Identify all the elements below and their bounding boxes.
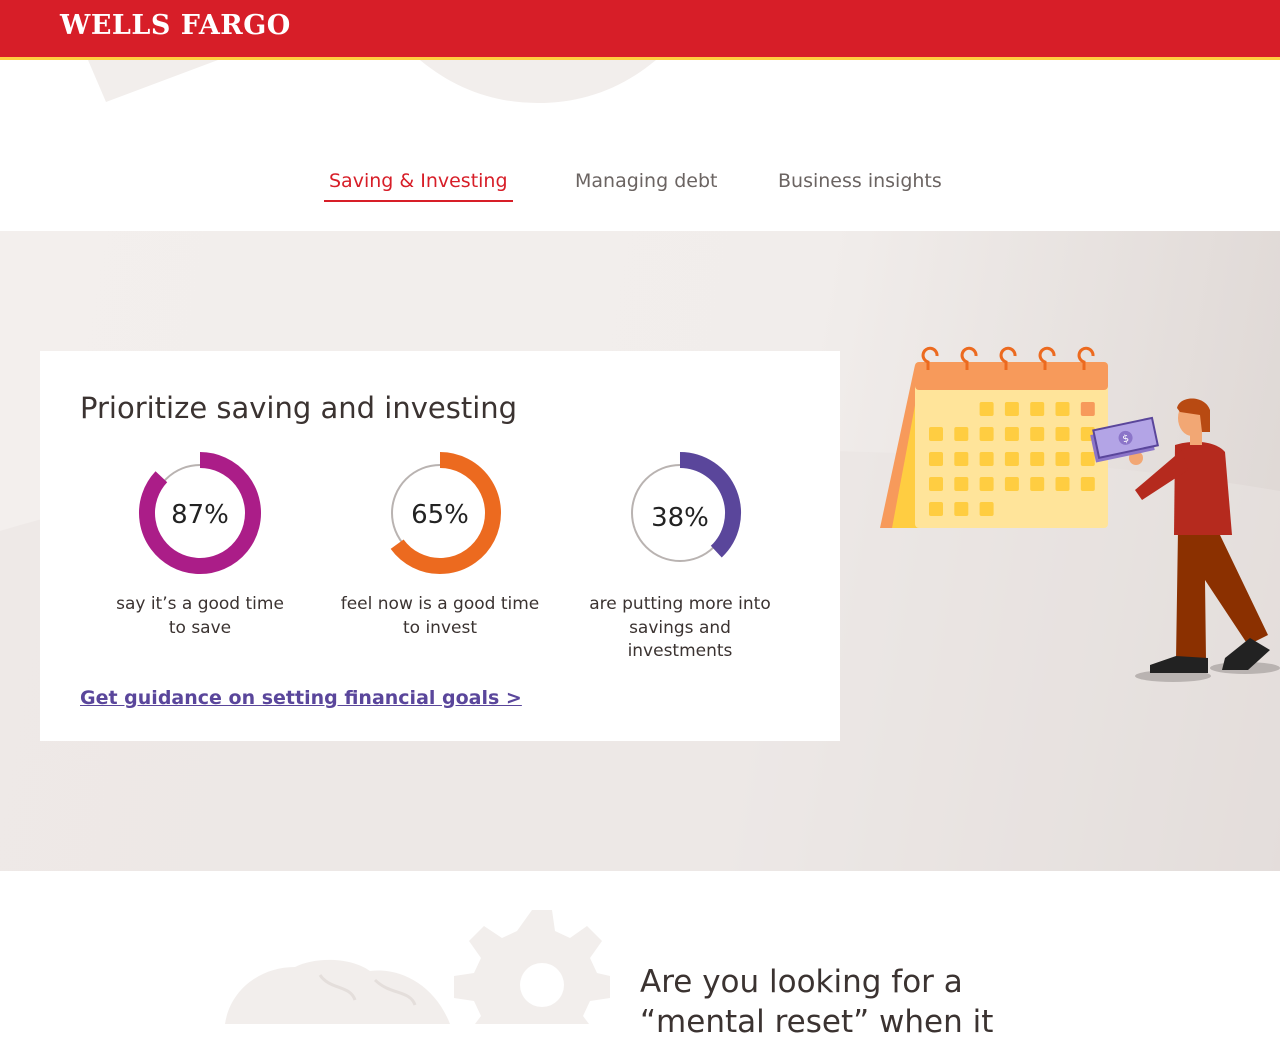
tab-managing-debt[interactable]: Managing debt bbox=[570, 168, 722, 200]
calendar-day-cell bbox=[1055, 402, 1070, 416]
topic-tabs: Saving & Investing Managing debt Busines… bbox=[0, 168, 1280, 204]
tab-saving-investing[interactable]: Saving & Investing bbox=[324, 168, 513, 202]
donut-chart-invest: 65% bbox=[390, 452, 501, 574]
calendar-day-cell bbox=[979, 452, 994, 466]
stat-label: are putting more into savings and invest… bbox=[589, 594, 771, 661]
calendar-day-cell bbox=[1080, 402, 1095, 416]
calendar-day-cell bbox=[1030, 427, 1045, 441]
stat-value: 65% bbox=[411, 500, 469, 530]
stat-invest: 65% feel now is a good time to invest bbox=[320, 451, 560, 640]
calendar-day-cell bbox=[1030, 402, 1045, 416]
calendar-day-cell bbox=[1004, 402, 1019, 416]
calendar-person-illustration: $ bbox=[880, 346, 1280, 682]
calendar-icon bbox=[880, 346, 1108, 528]
calendar-day-cell bbox=[929, 427, 943, 441]
calendar-day-cell bbox=[1030, 452, 1045, 466]
stat-label: feel now is a good time to invest bbox=[340, 594, 540, 638]
card-title: Prioritize saving and investing bbox=[80, 391, 518, 425]
stat-value: 38% bbox=[651, 503, 709, 533]
calendar-day-cell bbox=[1080, 477, 1095, 491]
calendar-day-cell bbox=[1080, 452, 1095, 466]
tab-business-insights[interactable]: Business insights bbox=[773, 168, 947, 200]
stat-value: 87% bbox=[171, 500, 229, 530]
bottom-illustration bbox=[200, 905, 630, 1024]
calendar-day-cell bbox=[979, 502, 994, 516]
site-header: WELLS FARGO bbox=[0, 0, 1280, 60]
calendar-day-cell bbox=[979, 402, 994, 416]
financial-goals-link[interactable]: Get guidance on setting financial goals … bbox=[80, 687, 522, 709]
brain-icon bbox=[225, 959, 450, 1024]
stat-save: 87% say it’s a good time to save bbox=[80, 451, 320, 640]
calendar-day-cell bbox=[1004, 452, 1019, 466]
donut-chart-save: 87% bbox=[139, 452, 261, 574]
calendar-day-cell bbox=[979, 427, 994, 441]
calendar-day-cell bbox=[979, 477, 994, 491]
saving-investing-card: Prioritize saving and investing 87% say … bbox=[40, 351, 840, 741]
calendar-day-cell bbox=[929, 502, 943, 516]
mental-reset-heading: Are you looking for a “mental reset” whe… bbox=[640, 964, 994, 1040]
calendar-day-cell bbox=[954, 427, 969, 441]
calendar-day-cell bbox=[1055, 477, 1070, 491]
stat-putting-more: 38% are putting more into savings and in… bbox=[560, 451, 800, 664]
wells-fargo-logo[interactable]: WELLS FARGO bbox=[60, 10, 291, 41]
calendar-day-cell bbox=[929, 452, 943, 466]
gear-icon bbox=[454, 910, 610, 1024]
calendar-day-cell bbox=[1055, 427, 1070, 441]
calendar-day-cell bbox=[954, 477, 969, 491]
calendar-day-cell bbox=[1030, 477, 1045, 491]
donut-chart-putting-more: 38% bbox=[631, 452, 741, 562]
calendar-day-cell bbox=[954, 502, 969, 516]
calendar-day-cell bbox=[954, 452, 969, 466]
calendar-day-cell bbox=[1004, 477, 1019, 491]
stat-label: say it’s a good time to save bbox=[116, 594, 284, 638]
calendar-day-cell bbox=[1055, 452, 1070, 466]
header-decoration bbox=[0, 60, 1280, 120]
calendar-day-cell bbox=[929, 477, 943, 491]
calendar-day-cell bbox=[1004, 427, 1019, 441]
